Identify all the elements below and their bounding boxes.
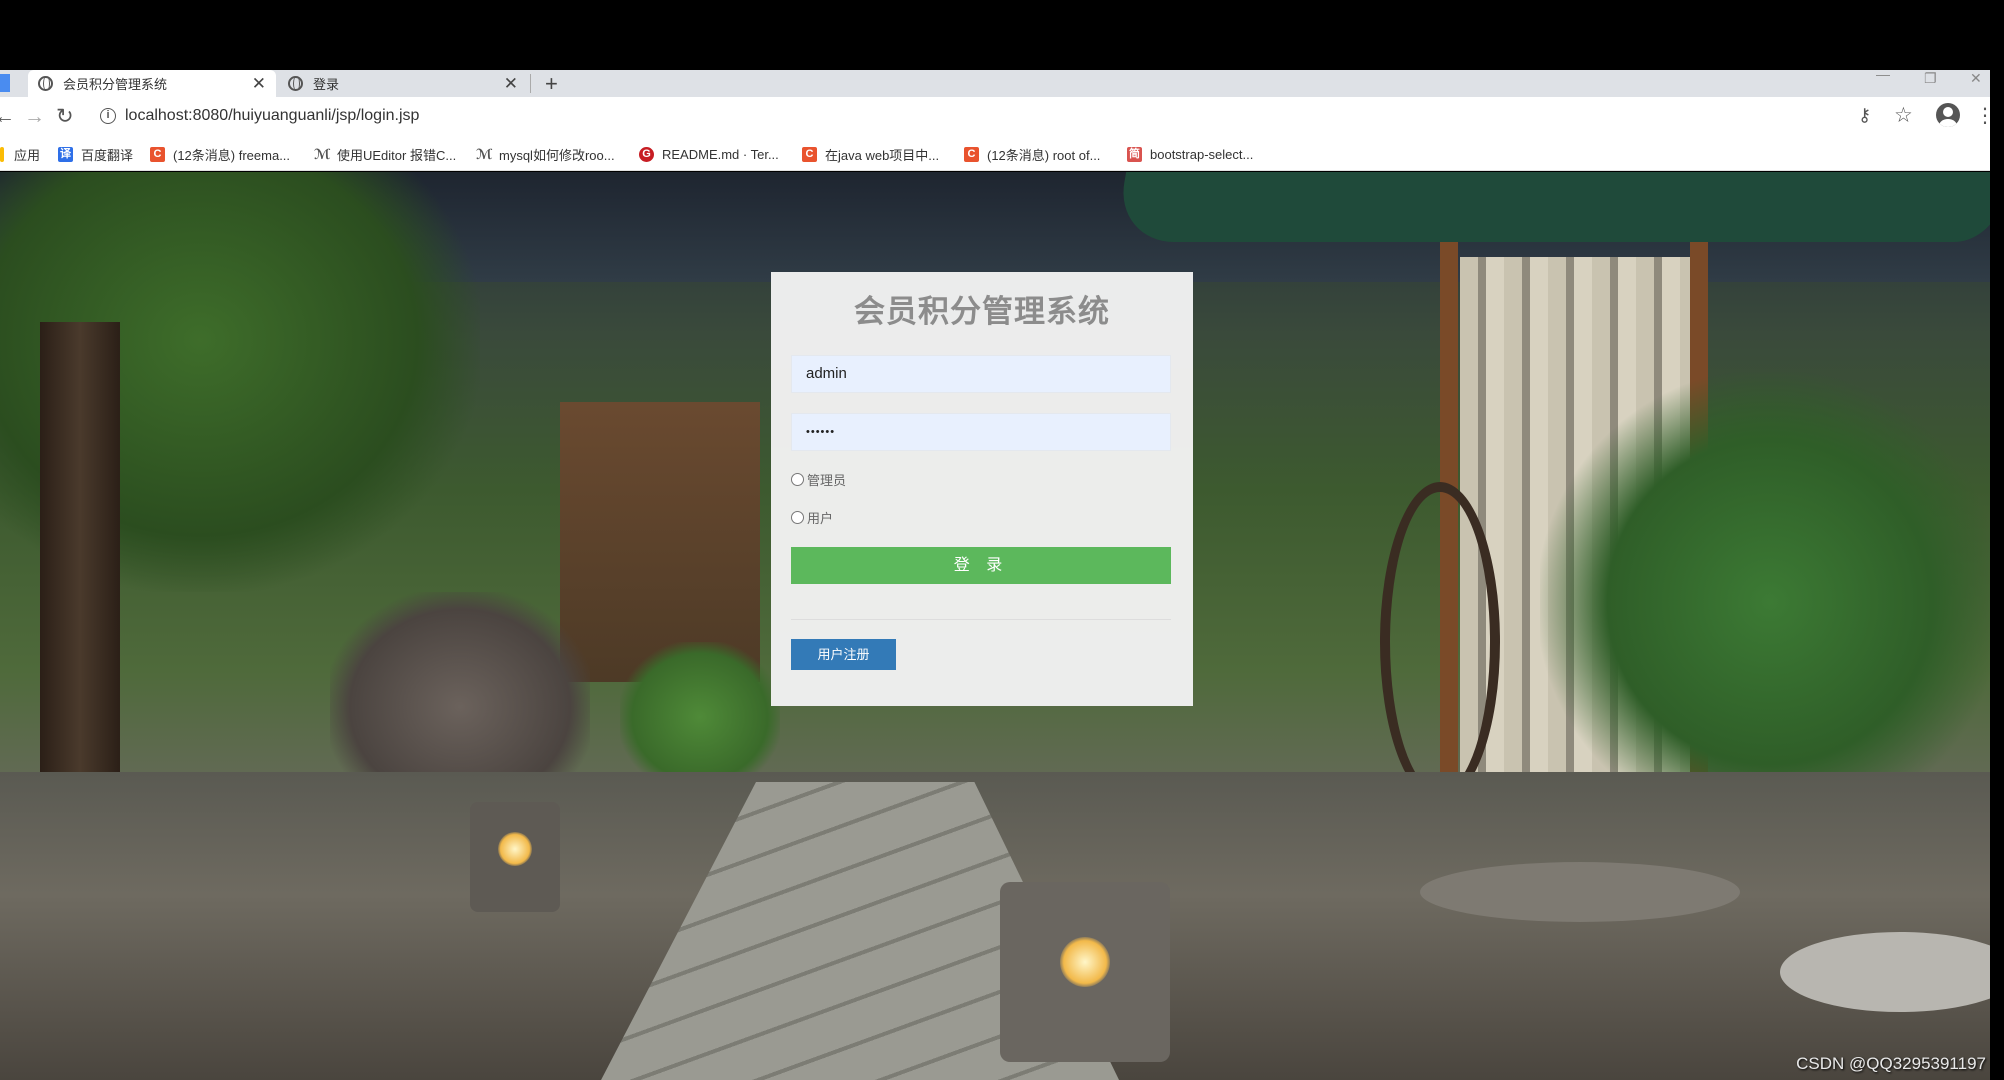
baidu-translate-icon: 译 (58, 146, 73, 162)
bookmark-root-of[interactable]: C (12条消息) root of... (964, 137, 1100, 171)
window-close-icon[interactable]: ✕ (1970, 70, 1982, 90)
apps-icon (0, 146, 4, 162)
minimize-icon[interactable]: — (1876, 66, 1890, 86)
csdn-icon: C (964, 146, 979, 162)
address-bar[interactable]: localhost:8080/huiyuanguanli/jsp/login.j… (125, 107, 419, 125)
role-admin-option[interactable]: 管理员 (791, 469, 846, 489)
user-radio[interactable] (791, 510, 804, 524)
browser-toolbar: ← → ↻ i localhost:8080/huiyuanguanli/jsp… (0, 97, 1995, 137)
info-icon[interactable]: i (100, 108, 116, 124)
bookmark-site-icon: 简 (1127, 146, 1142, 162)
umbrella-canopy (1113, 172, 1990, 242)
page-title: 会员积分管理系统 (854, 294, 1110, 329)
key-icon[interactable]: ⚷ (1858, 105, 1871, 126)
tab-title: 登录 (313, 77, 340, 92)
password-field[interactable]: •••••• (791, 413, 1171, 451)
login-page: 会员积分管理系统 admin •••••• 管理员 用户 登 录 用户注册 CS… (0, 172, 1990, 1080)
close-icon[interactable]: ✕ (252, 74, 266, 94)
register-button[interactable]: 用户注册 (791, 639, 896, 670)
right-shrubs (1540, 372, 1990, 832)
bookmark-ueditor[interactable]: ℳ 使用UEditor 报错C... (314, 137, 456, 171)
globe-icon (38, 76, 53, 91)
browser-tab-strip: 会员积分管理系统 ✕ 登录 ✕ + — ❐ ✕ (0, 66, 1990, 97)
divider (791, 619, 1171, 620)
login-form: 会员积分管理系统 admin •••••• 管理员 用户 登 录 用户注册 (771, 272, 1193, 706)
bookmark-label: README.md · Ter... (662, 146, 779, 162)
more-menu-icon[interactable]: ⋮ (1975, 103, 1995, 128)
tab-title: 会员积分管理系统 (63, 77, 168, 92)
lantern-light-icon (1060, 937, 1110, 987)
back-icon[interactable]: ← (0, 105, 15, 129)
bookmark-baidu-translate[interactable]: 译 百度翻译 (58, 137, 133, 171)
admin-radio-label: 管理员 (807, 472, 847, 488)
browser-app-icon (0, 74, 10, 92)
bookmark-freemarker[interactable]: C (12条消息) freema... (150, 137, 290, 171)
patio-table (1420, 862, 1740, 922)
tab-login[interactable]: 登录 ✕ (278, 70, 528, 97)
gitee-icon: G (639, 146, 654, 162)
bookmark-readme[interactable]: G README.md · Ter... (639, 137, 779, 171)
account-icon[interactable] (1936, 103, 1960, 127)
bookmark-java-web[interactable]: C 在java web项目中... (802, 137, 939, 171)
new-tab-button[interactable]: + (545, 70, 558, 97)
bookmark-apps[interactable]: 应用 (0, 137, 40, 171)
login-button[interactable]: 登 录 (791, 547, 1171, 584)
bookmark-logo-icon: ℳ (314, 145, 331, 162)
bookmark-label: mysql如何修改roo... (499, 147, 615, 163)
bookmark-mysql[interactable]: ℳ mysql如何修改roo... (476, 137, 615, 171)
bookmark-label: bootstrap-select... (1150, 146, 1254, 162)
bookmark-label: 百度翻译 (81, 147, 134, 163)
bookmark-label: (12条消息) root of... (987, 147, 1101, 163)
screenshot: 会员积分管理系统 ✕ 登录 ✕ + — ❐ ✕ ← → ↻ i localhos… (0, 0, 2004, 1080)
username-field[interactable]: admin (791, 355, 1171, 393)
bookmark-star-icon[interactable]: ☆ (1894, 103, 1913, 128)
reload-icon[interactable]: ↻ (56, 104, 74, 129)
bookmark-label: 应用 (14, 147, 41, 163)
water-wheel (1380, 482, 1500, 802)
watermark: CSDN @QQ3295391197 (1796, 1054, 1986, 1073)
csdn-icon: C (150, 146, 165, 162)
bookmark-logo-icon: ℳ (476, 145, 493, 162)
bookmark-label: (12条消息) freema... (173, 147, 291, 163)
bookmark-bootstrap-select[interactable]: 简 bootstrap-select... (1127, 137, 1253, 171)
round-bush (620, 642, 780, 792)
bookmark-label: 在java web项目中... (825, 147, 940, 163)
stone-lantern-left (470, 802, 560, 912)
admin-radio[interactable] (791, 472, 804, 486)
tab-divider (530, 74, 531, 93)
tab-member-points[interactable]: 会员积分管理系统 ✕ (28, 70, 276, 97)
lantern-light-icon (498, 832, 532, 866)
restore-icon[interactable]: ❐ (1924, 70, 1937, 90)
bookmarks-bar: 应用 译 百度翻译 C (12条消息) freema... ℳ 使用UEdito… (0, 137, 1990, 171)
stone-lantern-right (1000, 882, 1170, 1062)
csdn-icon: C (802, 146, 817, 162)
globe-icon (288, 76, 303, 91)
close-icon[interactable]: ✕ (504, 74, 518, 94)
user-radio-label: 用户 (807, 510, 834, 526)
forward-icon[interactable]: → (24, 105, 45, 129)
bookmark-label: 使用UEditor 报错C... (337, 147, 457, 163)
role-user-option[interactable]: 用户 (791, 507, 833, 527)
pavilion-frame (560, 402, 760, 682)
